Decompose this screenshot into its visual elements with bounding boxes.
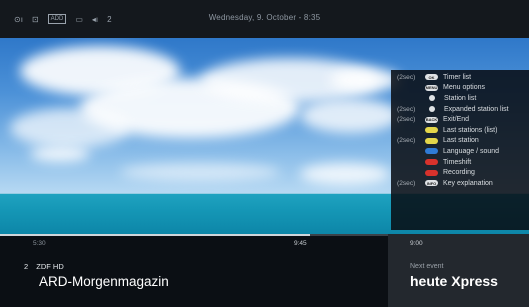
key-help-label: Language / sound — [443, 147, 500, 155]
key-help-label: Recording — [443, 169, 475, 177]
hold-duration: (2sec) — [397, 105, 416, 113]
remote-button-icon — [425, 148, 438, 155]
next-programme-title: heute Xpress — [410, 273, 498, 289]
status-bar: ⊙ı ⊡ ADD ▭ ◂ı 2 Wednesday, 9. October - … — [0, 0, 529, 38]
progress-fill — [0, 234, 311, 236]
channel-name: ZDF HD — [36, 262, 64, 271]
key-help-row: (2sec) INFO Key explanation — [397, 178, 529, 189]
key-help-row: (2sec) BACK Exit/End — [397, 114, 529, 125]
key-help-row: Timeshift — [397, 157, 529, 168]
remote-button-icon — [425, 169, 438, 176]
key-help-label: Timeshift — [443, 158, 472, 166]
cloud — [300, 98, 400, 133]
key-help-label: Timer list — [443, 73, 472, 81]
remote-button-icon: INFO — [425, 180, 438, 187]
key-help-label: Last stations (list) — [443, 126, 498, 134]
programme-info-bar: 5:30 9:45 2 ZDF HD ARD-Morgenmagazin 9:0… — [0, 234, 529, 307]
next-start-time: 9:00 — [410, 240, 423, 247]
programme-title: ARD-Morgenmagazin — [39, 274, 169, 289]
key-help-label: Last station — [443, 137, 479, 145]
cloud — [330, 68, 400, 92]
next-programme[interactable]: 9:00 Next event heute Xpress — [388, 234, 529, 307]
hold-duration: (2sec) — [397, 116, 416, 124]
next-event-label: Next event — [410, 263, 444, 270]
channel-info: 2 ZDF HD — [24, 262, 64, 271]
remote-button-icon — [429, 95, 435, 102]
remote-button-icon: OK — [425, 74, 438, 81]
key-help-label: Menu options — [443, 84, 486, 92]
key-help-row: (2sec) OK Timer list — [397, 72, 529, 83]
remote-button-icon — [429, 106, 435, 113]
key-help-label: Station list — [444, 94, 477, 102]
key-help-row: Recording — [397, 167, 529, 178]
end-time: 9:45 — [294, 240, 307, 247]
cloud — [10, 108, 130, 148]
key-help-row: Station list — [397, 93, 529, 104]
cloud — [120, 163, 280, 181]
key-help-row: (2sec) Expanded station list — [397, 104, 529, 115]
remote-button-icon — [425, 127, 438, 134]
hold-duration: (2sec) — [397, 137, 416, 145]
channel-number: 2 — [24, 262, 29, 271]
cloud — [300, 163, 390, 185]
cloud — [30, 146, 90, 162]
hold-duration: (2sec) — [397, 179, 416, 187]
key-help-row: MENU Menu options — [397, 83, 529, 94]
remote-button-icon: MENU — [425, 84, 438, 91]
remote-button-icon — [425, 159, 438, 166]
key-help-label: Exit/End — [443, 116, 470, 124]
key-explanation-panel: (2sec) OK Timer list MENU Menu options Statio… — [391, 70, 529, 230]
key-help-row: (2sec) Last station — [397, 136, 529, 147]
key-help-row: Language / sound — [397, 146, 529, 157]
key-help-label: Key explanation — [443, 179, 493, 187]
key-help-label: Expanded station list — [444, 105, 509, 113]
progress-track — [0, 234, 388, 236]
remote-button-icon: BACK — [425, 116, 438, 123]
remote-button-icon — [425, 137, 438, 144]
date-time: Wednesday, 9. October - 8:35 — [208, 13, 321, 22]
key-help-row: Last stations (list) — [397, 125, 529, 136]
start-time: 5:30 — [33, 240, 46, 247]
current-programme[interactable]: 5:30 9:45 2 ZDF HD ARD-Morgenmagazin — [0, 234, 388, 307]
hold-duration: (2sec) — [397, 73, 416, 81]
